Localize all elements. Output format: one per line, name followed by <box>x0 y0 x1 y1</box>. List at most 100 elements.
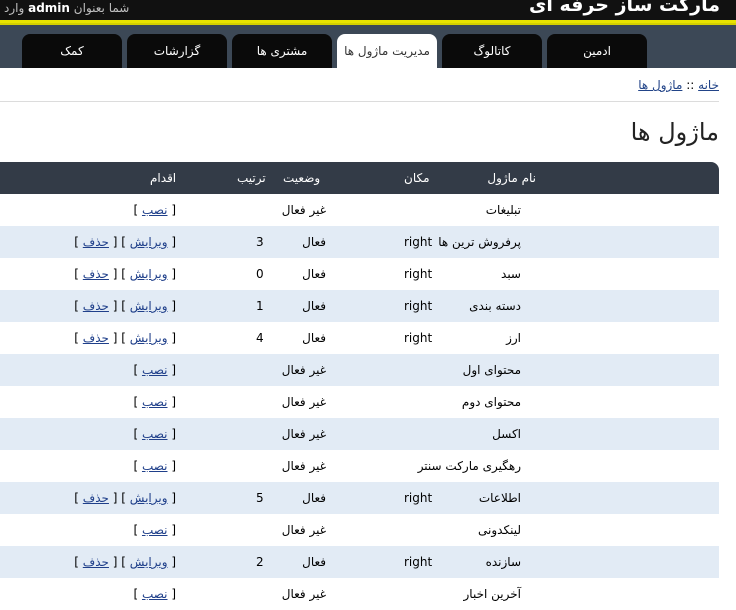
module-order: 2 <box>256 555 264 569</box>
delete-link[interactable]: حذف <box>83 267 109 281</box>
table-row: اطلاعات right فعال 5 [ ویرایش ] [ حذف ] <box>0 482 719 514</box>
module-actions: [ ویرایش ] [ حذف ] <box>74 299 176 313</box>
tab-customers[interactable]: مشتری ها <box>232 34 332 68</box>
module-position: right <box>404 555 433 569</box>
module-name: رهگیری مارکت سنتر <box>417 459 521 473</box>
table-row: ارز right فعال 4 [ ویرایش ] [ حذف ] <box>0 322 719 354</box>
table-row: آخرین اخبار غیر فعال [ نصب ] <box>0 578 719 610</box>
module-name: سبد <box>501 267 521 281</box>
module-actions: [ نصب ] <box>133 459 176 473</box>
header-position: مکان <box>404 171 430 185</box>
module-status: فعال <box>302 267 326 281</box>
module-position: right <box>404 235 433 249</box>
table-row: سازنده right فعال 2 [ ویرایش ] [ حذف ] <box>0 546 719 578</box>
table-row: تبلیغات غیر فعال [ نصب ] <box>0 194 719 226</box>
table-row: سبد right فعال 0 [ ویرایش ] [ حذف ] <box>0 258 719 290</box>
module-name: محتوای دوم <box>461 395 521 409</box>
module-actions: [ ویرایش ] [ حذف ] <box>74 331 176 345</box>
divider <box>0 101 719 102</box>
table-row: لینکدونی غیر فعال [ نصب ] <box>0 514 719 546</box>
edit-link[interactable]: ویرایش <box>130 267 168 281</box>
module-status: غیر فعال <box>281 203 326 217</box>
module-order: 1 <box>256 299 264 313</box>
username: admin <box>28 1 70 15</box>
tab-help[interactable]: کمک <box>22 34 122 68</box>
table-row: اکسل غیر فعال [ نصب ] <box>0 418 719 450</box>
install-link[interactable]: نصب <box>142 427 168 441</box>
install-link[interactable]: نصب <box>142 203 168 217</box>
breadcrumb-separator: :: <box>686 78 695 92</box>
module-status: فعال <box>302 331 326 345</box>
tab-admin[interactable]: ادمین <box>547 34 647 68</box>
module-name: دسته بندی <box>469 299 521 313</box>
module-position: right <box>404 299 433 313</box>
module-actions: [ نصب ] <box>133 427 176 441</box>
edit-link[interactable]: ویرایش <box>130 299 168 313</box>
delete-link[interactable]: حذف <box>83 235 109 249</box>
module-actions: [ ویرایش ] [ حذف ] <box>74 235 176 249</box>
module-order: 4 <box>256 331 264 345</box>
header-status: وضعیت <box>283 171 321 185</box>
module-actions: [ نصب ] <box>133 363 176 377</box>
module-status: فعال <box>302 299 326 313</box>
tab-module-management[interactable]: مدیریت ماژول ها <box>337 34 437 68</box>
module-actions: [ ویرایش ] [ حذف ] <box>74 555 176 569</box>
login-suffix: وارد <box>4 1 25 15</box>
module-status: غیر فعال <box>281 587 326 601</box>
edit-link[interactable]: ویرایش <box>130 331 168 345</box>
module-actions: [ نصب ] <box>133 523 176 537</box>
breadcrumb-home-link[interactable]: خانه <box>698 78 719 92</box>
install-link[interactable]: نصب <box>142 523 168 537</box>
table-row: دسته بندی right فعال 1 [ ویرایش ] [ حذف ] <box>0 290 719 322</box>
install-link[interactable]: نصب <box>142 363 168 377</box>
table-header: نام ماژول مکان وضعیت ترتیب اقدام <box>0 162 719 194</box>
module-name: لینکدونی <box>478 523 521 537</box>
edit-link[interactable]: ویرایش <box>130 235 168 249</box>
edit-link[interactable]: ویرایش <box>130 555 168 569</box>
edit-link[interactable]: ویرایش <box>130 491 168 505</box>
module-status: غیر فعال <box>281 427 326 441</box>
module-order: 0 <box>256 267 264 281</box>
module-order: 5 <box>256 491 264 505</box>
install-link[interactable]: نصب <box>142 587 168 601</box>
delete-link[interactable]: حذف <box>83 555 109 569</box>
site-title: مارکت ساز حرفه ای <box>528 0 720 16</box>
delete-link[interactable]: حذف <box>83 491 109 505</box>
tab-reports[interactable]: گزارشات <box>127 34 227 68</box>
module-order: 3 <box>256 235 264 249</box>
module-actions: [ ویرایش ] [ حذف ] <box>74 491 176 505</box>
module-actions: [ ویرایش ] [ حذف ] <box>74 267 176 281</box>
module-name: اطلاعات <box>478 491 521 505</box>
module-position: right <box>404 331 433 345</box>
module-actions: [ نصب ] <box>133 587 176 601</box>
table-row: پرفروش ترین ها right فعال 3 [ ویرایش ] [ حذف… <box>0 226 719 258</box>
install-link[interactable]: نصب <box>142 395 168 409</box>
header-action: اقدام <box>150 171 177 185</box>
module-name: اکسل <box>492 427 521 441</box>
table-row: محتوای دوم غیر فعال [ نصب ] <box>0 386 719 418</box>
breadcrumb-current-link[interactable]: ماژول ها <box>638 78 682 92</box>
module-status: غیر فعال <box>281 363 326 377</box>
top-bar: مارکت ساز حرفه ای شما بعنوان admin وارد <box>0 0 736 23</box>
module-name: ارز <box>506 331 521 345</box>
tab-catalog[interactable]: کاتالوگ <box>442 34 542 68</box>
module-name: پرفروش ترین ها <box>438 235 521 249</box>
user-info: شما بعنوان admin وارد <box>4 1 129 15</box>
breadcrumb: خانه :: ماژول ها <box>638 78 719 92</box>
tab-bar: ادمین کاتالوگ مدیریت ماژول ها مشتری ها گ… <box>0 23 736 68</box>
header-name: نام ماژول <box>487 171 536 185</box>
module-name: محتوای اول <box>462 363 521 377</box>
header-order: ترتیب <box>237 171 266 185</box>
module-name: آخرین اخبار <box>463 587 522 601</box>
module-name: تبلیغات <box>485 203 521 217</box>
module-actions: [ نصب ] <box>133 395 176 409</box>
delete-link[interactable]: حذف <box>83 299 109 313</box>
module-position: right <box>404 267 433 281</box>
module-status: فعال <box>302 491 326 505</box>
module-status: فعال <box>302 235 326 249</box>
page-title: ماژول ها <box>630 118 719 146</box>
module-actions: [ نصب ] <box>133 203 176 217</box>
table-row: محتوای اول غیر فعال [ نصب ] <box>0 354 719 386</box>
delete-link[interactable]: حذف <box>83 331 109 345</box>
install-link[interactable]: نصب <box>142 459 168 473</box>
